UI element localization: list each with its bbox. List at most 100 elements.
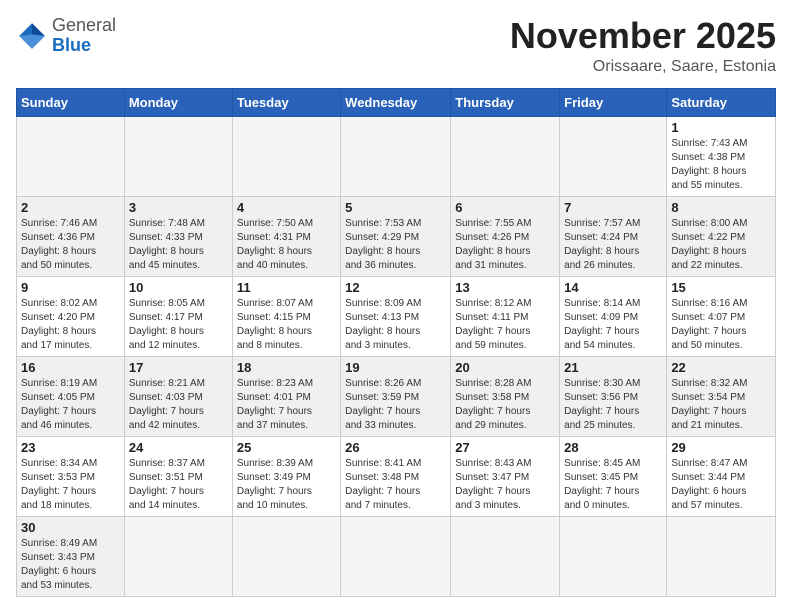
calendar-cell xyxy=(232,516,340,596)
week-row-2: 2 Sunrise: 7:46 AMSunset: 4:36 PMDaylight… xyxy=(17,196,776,276)
day-number: 10 xyxy=(129,280,228,295)
day-info: Sunrise: 8:49 AMSunset: 3:43 PMDaylight:… xyxy=(21,537,120,593)
day-number: 16 xyxy=(21,360,120,375)
calendar-cell: 28 Sunrise: 8:45 AMSunset: 3:45 PMDayligh… xyxy=(560,436,667,516)
day-info: Sunrise: 8:32 AMSunset: 3:54 PMDaylight:… xyxy=(671,377,771,433)
weekday-header-monday: Monday xyxy=(124,88,232,116)
calendar-cell xyxy=(451,116,560,196)
calendar-cell: 29Sunrise: 8:47 AMSunset: 3:44 PMDayligh… xyxy=(667,436,776,516)
weekday-header-thursday: Thursday xyxy=(451,88,560,116)
day-info: Sunrise: 8:00 AMSunset: 4:22 PMDaylight:… xyxy=(671,217,771,273)
day-info: Sunrise: 8:19 AMSunset: 4:05 PMDaylight:… xyxy=(21,377,120,433)
calendar-cell: 4Sunrise: 7:50 AMSunset: 4:31 PMDaylight… xyxy=(232,196,340,276)
day-number: 30 xyxy=(21,520,120,535)
day-info: Sunrise: 8:34 AMSunset: 3:53 PMDaylight:… xyxy=(21,457,120,513)
day-number: 21 xyxy=(564,360,662,375)
day-number: 2 xyxy=(21,200,120,215)
calendar-cell xyxy=(124,116,232,196)
calendar-cell xyxy=(341,116,451,196)
calendar-cell xyxy=(124,516,232,596)
day-info: Sunrise: 8:41 AMSunset: 3:48 PMDaylight:… xyxy=(345,457,446,513)
day-number: 18 xyxy=(237,360,336,375)
calendar-cell: 13Sunrise: 8:12 AMSunset: 4:11 PMDayligh… xyxy=(451,276,560,356)
month-title: November 2025 xyxy=(510,16,776,56)
calendar-cell: 3 Sunrise: 7:48 AMSunset: 4:33 PMDaylight… xyxy=(124,196,232,276)
calendar-cell: 24Sunrise: 8:37 AMSunset: 3:51 PMDayligh… xyxy=(124,436,232,516)
calendar-cell: 19Sunrise: 8:26 AMSunset: 3:59 PMDayligh… xyxy=(341,356,451,436)
calendar-cell: 15 Sunrise: 8:16 AMSunset: 4:07 PMDayligh… xyxy=(667,276,776,356)
day-number: 14 xyxy=(564,280,662,295)
day-number: 1 xyxy=(671,120,771,135)
day-number: 9 xyxy=(21,280,120,295)
calendar-cell: 14 Sunrise: 8:14 AMSunset: 4:09 PMDayligh… xyxy=(560,276,667,356)
day-info: Sunrise: 8:39 AMSunset: 3:49 PMDaylight:… xyxy=(237,457,336,513)
calendar-cell: 2 Sunrise: 7:46 AMSunset: 4:36 PMDaylight… xyxy=(17,196,125,276)
day-info: Sunrise: 8:26 AMSunset: 3:59 PMDaylight:… xyxy=(345,377,446,433)
day-info: Sunrise: 8:28 AMSunset: 3:58 PMDaylight:… xyxy=(455,377,555,433)
day-number: 15 xyxy=(671,280,771,295)
calendar-cell: 5 Sunrise: 7:53 AMSunset: 4:29 PMDaylight… xyxy=(341,196,451,276)
logo-icon xyxy=(16,20,48,52)
calendar-cell xyxy=(341,516,451,596)
calendar-cell: 18 Sunrise: 8:23 AMSunset: 4:01 PMDayligh… xyxy=(232,356,340,436)
calendar-cell: 20 Sunrise: 8:28 AMSunset: 3:58 PMDayligh… xyxy=(451,356,560,436)
day-info: Sunrise: 8:23 AMSunset: 4:01 PMDaylight:… xyxy=(237,377,336,433)
day-info: Sunrise: 8:43 AMSunset: 3:47 PMDaylight:… xyxy=(455,457,555,513)
day-number: 20 xyxy=(455,360,555,375)
day-number: 6 xyxy=(455,200,555,215)
week-row-6: 30 Sunrise: 8:49 AMSunset: 3:43 PMDayligh… xyxy=(17,516,776,596)
logo-blue-text: Blue xyxy=(52,35,91,55)
week-row-1: 1 Sunrise: 7:43 AMSunset: 4:38 PMDaylight… xyxy=(17,116,776,196)
day-number: 28 xyxy=(564,440,662,455)
weekday-header-wednesday: Wednesday xyxy=(341,88,451,116)
logo: General Blue xyxy=(16,16,116,56)
day-info: Sunrise: 8:47 AMSunset: 3:44 PMDaylight:… xyxy=(671,457,771,513)
title-section: November 2025 Orissaare, Saare, Estonia xyxy=(510,16,776,76)
calendar-cell: 11 Sunrise: 8:07 AMSunset: 4:15 PMDayligh… xyxy=(232,276,340,356)
day-number: 7 xyxy=(564,200,662,215)
calendar-cell: 25 Sunrise: 8:39 AMSunset: 3:49 PMDayligh… xyxy=(232,436,340,516)
calendar-cell: 27 Sunrise: 8:43 AMSunset: 3:47 PMDayligh… xyxy=(451,436,560,516)
day-info: Sunrise: 8:16 AMSunset: 4:07 PMDaylight:… xyxy=(671,297,771,353)
day-number: 27 xyxy=(455,440,555,455)
location: Orissaare, Saare, Estonia xyxy=(510,58,776,76)
weekday-header-saturday: Saturday xyxy=(667,88,776,116)
day-info: Sunrise: 8:02 AMSunset: 4:20 PMDaylight:… xyxy=(21,297,120,353)
calendar-cell: 6 Sunrise: 7:55 AMSunset: 4:26 PMDaylight… xyxy=(451,196,560,276)
day-number: 23 xyxy=(21,440,120,455)
day-number: 12 xyxy=(345,280,446,295)
day-info: Sunrise: 8:09 AMSunset: 4:13 PMDaylight:… xyxy=(345,297,446,353)
calendar-cell: 22Sunrise: 8:32 AMSunset: 3:54 PMDayligh… xyxy=(667,356,776,436)
calendar: SundayMondayTuesdayWednesdayThursdayFrid… xyxy=(16,88,776,597)
day-info: Sunrise: 7:53 AMSunset: 4:29 PMDaylight:… xyxy=(345,217,446,273)
day-number: 11 xyxy=(237,280,336,295)
logo-general-text: General xyxy=(52,15,116,35)
week-row-5: 23 Sunrise: 8:34 AMSunset: 3:53 PMDayligh… xyxy=(17,436,776,516)
calendar-cell xyxy=(451,516,560,596)
day-number: 25 xyxy=(237,440,336,455)
day-info: Sunrise: 7:57 AMSunset: 4:24 PMDaylight:… xyxy=(564,217,662,273)
day-info: Sunrise: 8:12 AMSunset: 4:11 PMDaylight:… xyxy=(455,297,555,353)
weekday-header-sunday: Sunday xyxy=(17,88,125,116)
calendar-cell: 1 Sunrise: 7:43 AMSunset: 4:38 PMDaylight… xyxy=(667,116,776,196)
day-info: Sunrise: 7:46 AMSunset: 4:36 PMDaylight:… xyxy=(21,217,120,273)
calendar-cell: 12 Sunrise: 8:09 AMSunset: 4:13 PMDayligh… xyxy=(341,276,451,356)
day-info: Sunrise: 7:43 AMSunset: 4:38 PMDaylight:… xyxy=(671,137,771,193)
weekday-header-row: SundayMondayTuesdayWednesdayThursdayFrid… xyxy=(17,88,776,116)
day-info: Sunrise: 8:05 AMSunset: 4:17 PMDaylight:… xyxy=(129,297,228,353)
day-info: Sunrise: 7:55 AMSunset: 4:26 PMDaylight:… xyxy=(455,217,555,273)
day-info: Sunrise: 8:14 AMSunset: 4:09 PMDaylight:… xyxy=(564,297,662,353)
day-number: 5 xyxy=(345,200,446,215)
calendar-cell xyxy=(560,116,667,196)
weekday-header-tuesday: Tuesday xyxy=(232,88,340,116)
day-number: 3 xyxy=(129,200,228,215)
day-info: Sunrise: 8:30 AMSunset: 3:56 PMDaylight:… xyxy=(564,377,662,433)
day-info: Sunrise: 8:37 AMSunset: 3:51 PMDaylight:… xyxy=(129,457,228,513)
day-info: Sunrise: 7:48 AMSunset: 4:33 PMDaylight:… xyxy=(129,217,228,273)
day-info: Sunrise: 8:07 AMSunset: 4:15 PMDaylight:… xyxy=(237,297,336,353)
day-info: Sunrise: 8:21 AMSunset: 4:03 PMDaylight:… xyxy=(129,377,228,433)
header: General Blue November 2025 Orissaare, Sa… xyxy=(16,16,776,76)
calendar-cell xyxy=(667,516,776,596)
logo-text: General Blue xyxy=(52,16,116,56)
day-info: Sunrise: 8:45 AMSunset: 3:45 PMDaylight:… xyxy=(564,457,662,513)
